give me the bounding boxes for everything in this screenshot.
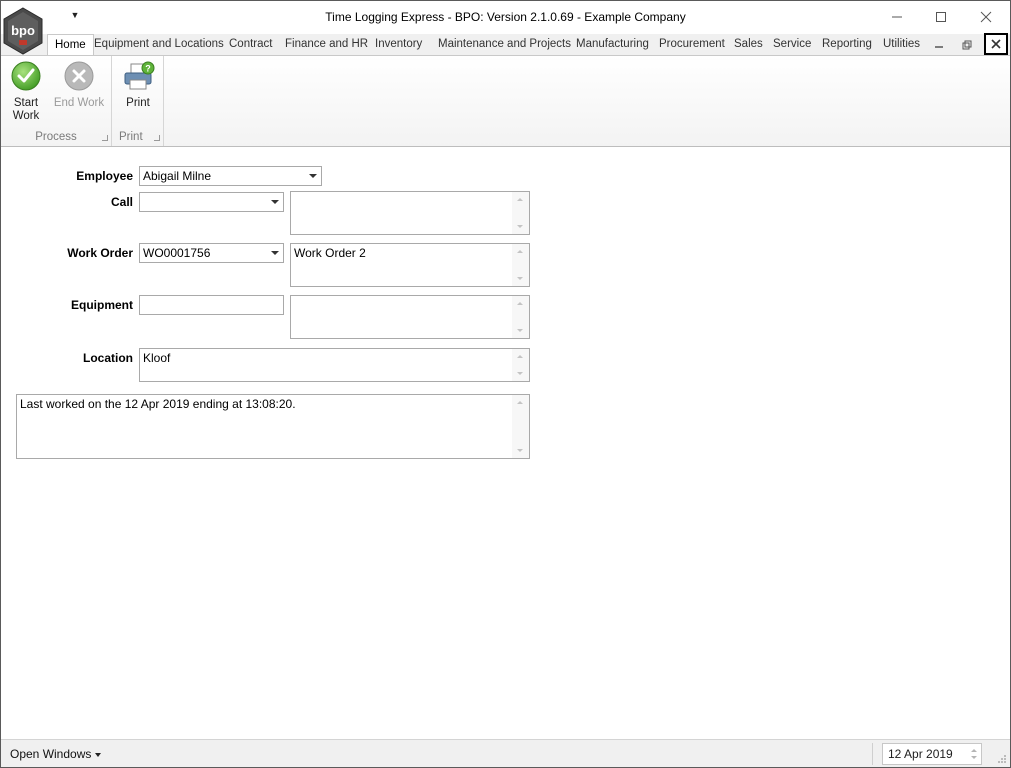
dialog-launcher-icon[interactable] — [154, 135, 160, 141]
maximize-button[interactable] — [919, 3, 963, 31]
chevron-down-icon — [95, 752, 102, 757]
work-order-label: Work Order — [67, 246, 133, 260]
equipment-label: Equipment — [71, 298, 133, 312]
scrollbar[interactable] — [512, 244, 529, 286]
tab-service[interactable]: Service — [766, 34, 818, 55]
work-order-description-text: Work Order 2 — [294, 246, 366, 260]
cancel-icon — [64, 61, 94, 91]
tab-contract[interactable]: Contract — [222, 34, 279, 55]
employee-value: Abigail Milne — [143, 169, 212, 183]
date-picker[interactable]: 12 Apr 2019 — [882, 743, 982, 765]
tab-sales[interactable]: Sales — [727, 34, 770, 55]
app-window: Time Logging Express - BPO: Version 2.1.… — [0, 0, 1011, 768]
call-description[interactable] — [290, 191, 530, 235]
open-windows-label: Open Windows — [10, 747, 92, 761]
scrollbar[interactable] — [512, 349, 529, 381]
start-work-label-line2: Work — [12, 110, 40, 122]
call-label: Call — [110, 195, 133, 209]
tab-finance-and-hr[interactable]: Finance and HR — [278, 34, 375, 55]
tab-maintenance-and-projects[interactable]: Maintenance and Projects — [431, 34, 578, 55]
tab-equipment-and-locations[interactable]: Equipment and Locations — [87, 34, 231, 55]
end-work-label: End Work — [53, 97, 105, 109]
svg-text:?: ? — [145, 64, 151, 74]
print-button[interactable]: ? Print — [118, 61, 158, 110]
scrollbar[interactable] — [512, 296, 529, 338]
chevron-down-icon[interactable] — [271, 200, 279, 204]
status-message-text: Last worked on the 12 Apr 2019 ending at… — [20, 397, 296, 411]
minimize-icon — [935, 45, 943, 48]
open-windows-dropdown[interactable]: Open Windows — [10, 747, 102, 761]
close-icon — [980, 11, 992, 23]
close-icon — [991, 39, 1001, 49]
ribbon-panel: Start Work End Work Process ? Print Prin… — [1, 55, 1010, 147]
tab-reporting[interactable]: Reporting — [815, 34, 879, 55]
equipment-description[interactable] — [290, 295, 530, 339]
window-title: Time Logging Express - BPO: Version 2.1.… — [325, 10, 686, 24]
title-bar: Time Logging Express - BPO: Version 2.1.… — [1, 1, 1010, 33]
equipment-input[interactable] — [139, 295, 284, 315]
ribbon-group-print: ? Print Print — [112, 56, 164, 146]
restore-icon — [962, 40, 972, 49]
status-bar: Open Windows 12 Apr 2019 — [1, 739, 1010, 767]
chevron-down-icon[interactable] — [309, 174, 317, 178]
tab-manufacturing[interactable]: Manufacturing — [569, 34, 656, 55]
ribbon-group-process: Start Work End Work Process — [1, 56, 112, 146]
app-logo[interactable]: bpo — [2, 7, 44, 55]
location-field[interactable]: Kloof — [139, 348, 530, 382]
employee-label: Employee — [76, 169, 133, 183]
divider — [872, 743, 873, 765]
quick-access-dropdown-icon[interactable]: ▼ — [69, 9, 81, 21]
print-label: Print — [126, 97, 150, 109]
mdi-minimize-button[interactable] — [929, 35, 949, 54]
location-value: Kloof — [143, 351, 171, 365]
resize-grip-icon[interactable] — [997, 754, 1007, 764]
work-order-value: WO0001756 — [143, 246, 211, 260]
tab-utilities[interactable]: Utilities — [876, 34, 927, 55]
location-label: Location — [83, 351, 133, 365]
checkmark-icon — [11, 61, 41, 91]
svg-text:bpo: bpo — [11, 23, 35, 38]
ribbon-tabs: Home Equipment and Locations Contract Fi… — [1, 33, 1010, 56]
start-work-button[interactable]: Start Work — [6, 61, 46, 123]
printer-icon: ? — [123, 61, 155, 91]
employee-combo[interactable]: Abigail Milne — [139, 166, 322, 186]
status-message-box[interactable]: Last worked on the 12 Apr 2019 ending at… — [16, 394, 530, 459]
work-order-combo[interactable]: WO0001756 — [139, 243, 284, 263]
scrollbar[interactable] — [512, 395, 529, 458]
mdi-restore-button[interactable] — [957, 35, 977, 54]
tab-inventory[interactable]: Inventory — [368, 34, 429, 55]
dialog-launcher-icon[interactable] — [102, 135, 108, 141]
call-combo[interactable] — [139, 192, 284, 212]
maximize-icon — [936, 12, 946, 22]
minimize-icon — [892, 16, 902, 18]
close-button[interactable] — [964, 3, 1008, 31]
chevron-down-icon[interactable] — [271, 251, 279, 255]
tab-procurement[interactable]: Procurement — [652, 34, 732, 55]
work-order-description[interactable]: Work Order 2 — [290, 243, 530, 287]
spinner-icon[interactable] — [969, 746, 979, 762]
end-work-button[interactable]: End Work — [51, 61, 107, 110]
group-label-process: Process — [35, 131, 77, 143]
mdi-close-button[interactable] — [984, 33, 1008, 55]
minimize-button[interactable] — [875, 3, 919, 31]
date-value: 12 Apr 2019 — [888, 747, 953, 761]
scrollbar[interactable] — [512, 192, 529, 234]
start-work-label-line1: Start — [13, 97, 39, 109]
